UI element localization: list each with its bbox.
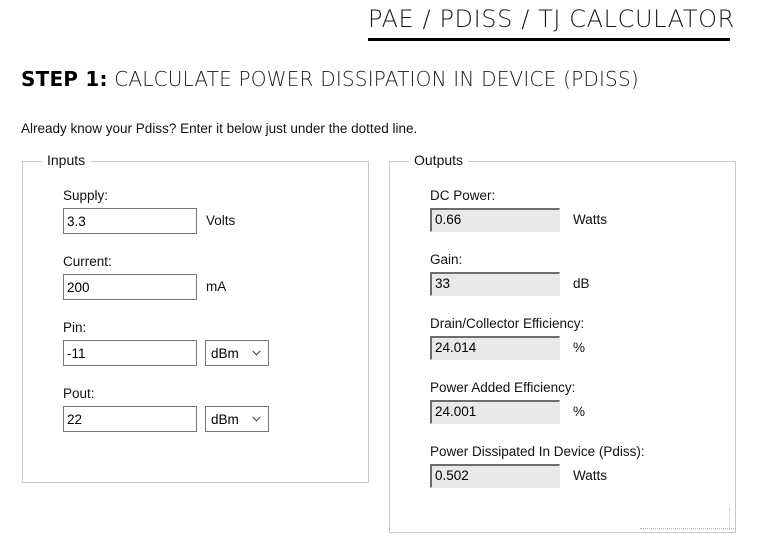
- chevron-down-icon: [252, 416, 261, 422]
- intro-text: Already know your Pdiss? Enter it below …: [21, 121, 418, 136]
- current-input[interactable]: [63, 274, 197, 300]
- title-underline-rule: [368, 38, 730, 41]
- inputs-panel-legend: Inputs: [42, 152, 91, 168]
- pout-unit-select[interactable]: dBm: [205, 406, 269, 432]
- drain-collector-efficiency-value: 24.014: [430, 336, 560, 360]
- drain-collector-efficiency-unit: %: [573, 340, 586, 355]
- supply-input[interactable]: [63, 208, 197, 234]
- supply-label: Supply:: [63, 188, 109, 203]
- page-title: PAE / PDISS / TJ CALCULATOR: [368, 5, 735, 33]
- field-row-supply: Supply: Volts: [63, 187, 269, 234]
- step-description: CALCULATE POWER DISSIPATION IN DEVICE (P…: [107, 67, 639, 91]
- field-row-power-added-efficiency: Power Added Efficiency: 24.001 %: [430, 379, 645, 424]
- current-label: Current:: [63, 254, 112, 269]
- gain-label: Gain:: [430, 252, 463, 267]
- dc-power-value: 0.66: [430, 208, 560, 232]
- gain-unit: dB: [573, 276, 590, 291]
- pin-unit-select-value: dBm: [211, 345, 239, 361]
- inputs-panel: Inputs Supply: Volts Current: mA Pin: dB…: [22, 152, 369, 483]
- field-row-pout: Pout: dBm: [63, 385, 269, 432]
- chevron-down-icon: [252, 350, 261, 356]
- dc-power-label: DC Power:: [430, 188, 496, 203]
- page-edge-artifact: [640, 528, 736, 531]
- field-row-dc-power: DC Power: 0.66 Watts: [430, 187, 645, 232]
- inputs-field-list: Supply: Volts Current: mA Pin: dBm: [63, 187, 269, 451]
- field-row-drain-collector-efficiency: Drain/Collector Efficiency: 24.014 %: [430, 315, 645, 360]
- gain-value: 33: [430, 272, 560, 296]
- outputs-field-list: DC Power: 0.66 Watts Gain: 33 dB Drain/C…: [430, 187, 645, 507]
- drain-collector-efficiency-label: Drain/Collector Efficiency:: [430, 316, 585, 331]
- pout-unit-select-value: dBm: [211, 411, 239, 427]
- field-row-gain: Gain: 33 dB: [430, 251, 645, 296]
- power-dissipated-value: 0.502: [430, 464, 560, 488]
- pout-input[interactable]: [63, 406, 197, 432]
- outputs-panel: Outputs DC Power: 0.66 Watts Gain: 33 dB…: [389, 152, 736, 533]
- power-dissipated-unit: Watts: [573, 468, 608, 483]
- power-dissipated-label: Power Dissipated In Device (Pdiss):: [430, 444, 645, 459]
- field-row-power-dissipated: Power Dissipated In Device (Pdiss): 0.50…: [430, 443, 645, 488]
- field-row-current: Current: mA: [63, 253, 269, 300]
- page-header: PAE / PDISS / TJ CALCULATOR: [368, 4, 735, 41]
- field-row-pin: Pin: dBm: [63, 319, 269, 366]
- pin-input[interactable]: [63, 340, 197, 366]
- power-added-efficiency-unit: %: [573, 404, 586, 419]
- current-unit: mA: [206, 279, 227, 294]
- pin-unit-select[interactable]: dBm: [205, 340, 269, 366]
- step-number-label: STEP 1:: [21, 67, 108, 91]
- outputs-panel-legend: Outputs: [409, 152, 469, 168]
- dc-power-unit: Watts: [573, 212, 608, 227]
- power-added-efficiency-value: 24.001: [430, 400, 560, 424]
- power-added-efficiency-label: Power Added Efficiency:: [430, 380, 576, 395]
- page-edge-artifact-vertical: [729, 508, 732, 530]
- pout-label: Pout:: [63, 386, 95, 401]
- pin-label: Pin:: [63, 320, 87, 335]
- supply-unit: Volts: [206, 213, 236, 228]
- step-heading: STEP 1: CALCULATE POWER DISSIPATION IN D…: [21, 67, 639, 91]
